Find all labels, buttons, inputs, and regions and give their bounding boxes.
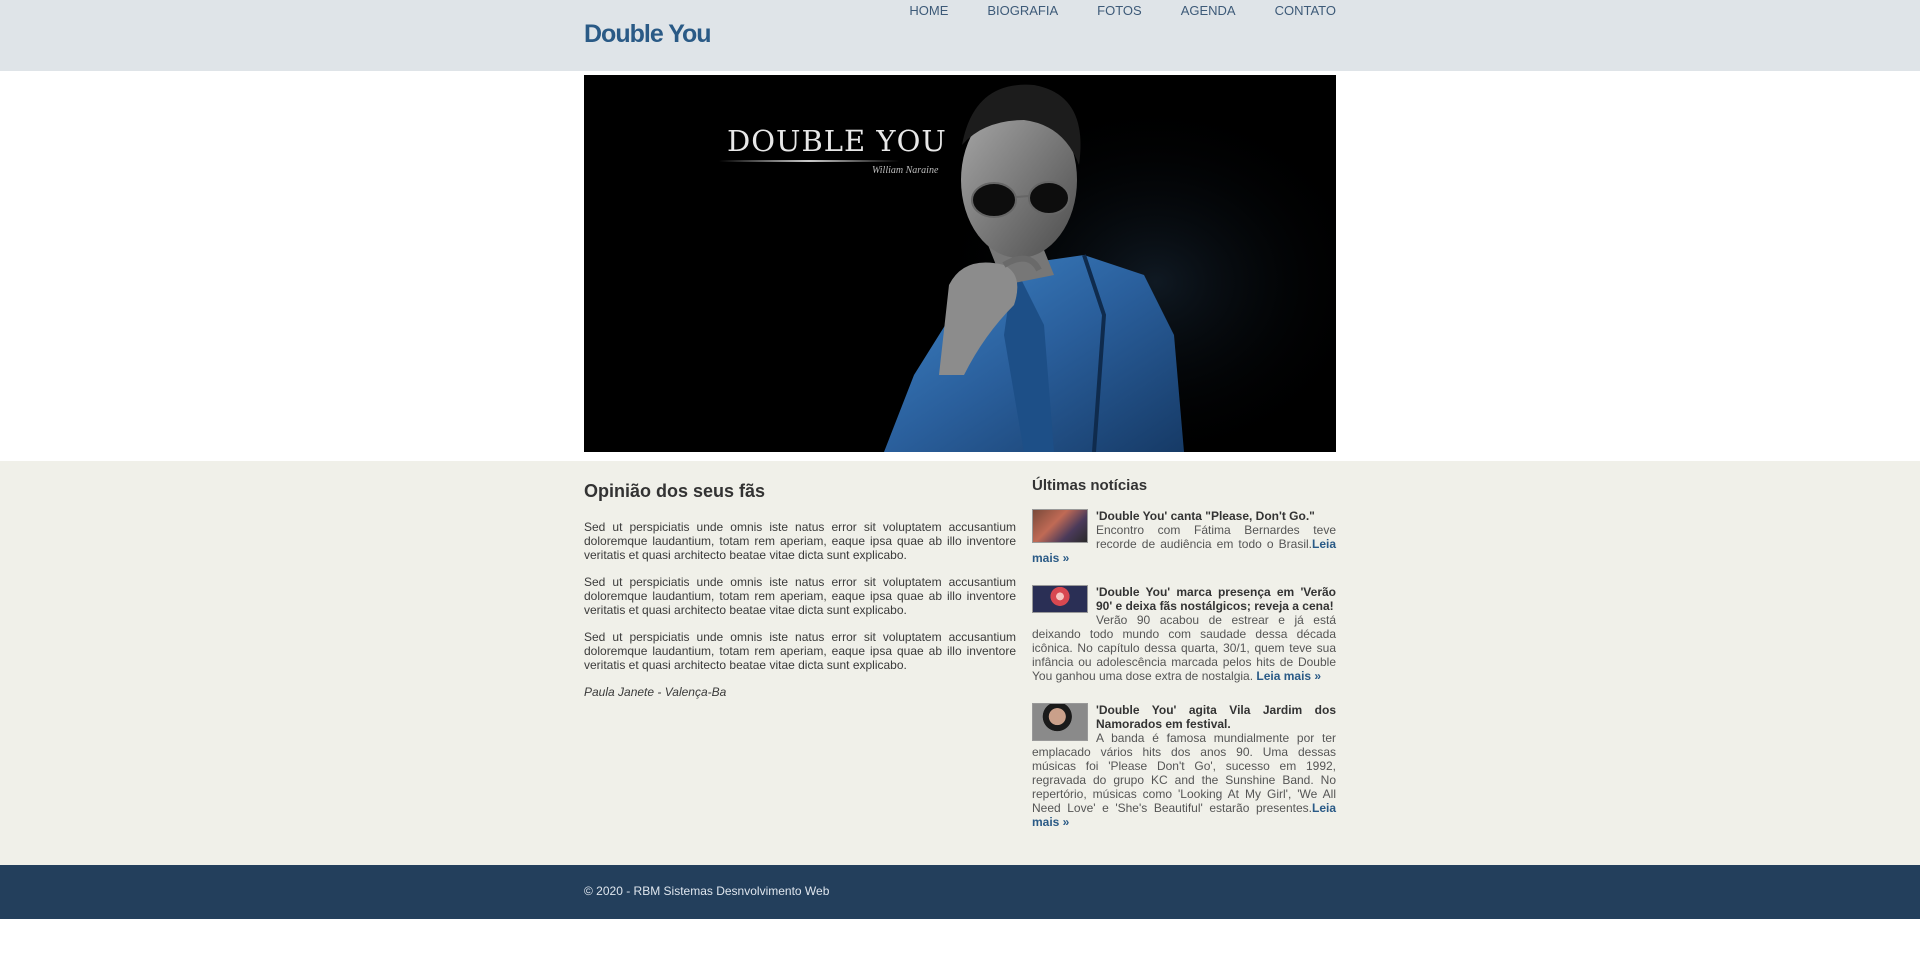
nav-contato[interactable]: CONTATO <box>1236 4 1336 18</box>
site-header: Double You HOME BIOGRAFIA FOTOS AGENDA C… <box>0 0 1920 71</box>
fan-testimonial: Sed ut perspiciatis unde omnis iste natu… <box>584 520 1016 562</box>
read-more-link[interactable]: Leia mais » <box>1256 669 1321 683</box>
site-footer: © 2020 - RBM Sistemas Desnvolvimento Web <box>0 865 1920 919</box>
fan-testimonial: Sed ut perspiciatis unde omnis iste natu… <box>584 575 1016 617</box>
news-heading: Últimas notícias <box>1032 477 1148 494</box>
testimonial-signature: Paula Janete - Valença-Ba <box>584 685 727 699</box>
fan-testimonial: Sed ut perspiciatis unde omnis iste natu… <box>584 630 1016 672</box>
news-item: 'Double You' agita Vila Jardim dos Namor… <box>1032 703 1336 829</box>
news-summary: Encontro com Fátima Bernardes teve recor… <box>1096 523 1336 551</box>
nav-agenda[interactable]: AGENDA <box>1142 4 1236 18</box>
news-summary: A banda é famosa mundialmente por ter em… <box>1032 731 1336 815</box>
main-nav: HOME BIOGRAFIA FOTOS AGENDA CONTATO <box>870 4 1336 18</box>
fans-heading: Opinião dos seus fãs <box>584 481 766 501</box>
fans-column: Opinião dos seus fãs Sed ut perspiciatis… <box>584 481 1016 699</box>
news-item: 'Double You' marca presença em 'Verão 90… <box>1032 585 1336 683</box>
hero-banner: DOUBLE YOU William Naraine <box>584 75 1336 452</box>
nav-fotos[interactable]: FOTOS <box>1058 4 1142 18</box>
news-thumbnail[interactable] <box>1032 509 1088 543</box>
artist-photo <box>884 75 1336 452</box>
site-logo[interactable]: Double You <box>584 20 712 49</box>
nav-home[interactable]: HOME <box>870 4 948 18</box>
news-thumbnail[interactable] <box>1032 585 1088 613</box>
copyright-text: © 2020 - RBM Sistemas Desnvolvimento Web <box>584 884 830 898</box>
news-thumbnail[interactable] <box>1032 703 1088 741</box>
news-column: Últimas notícias 'Double You' canta "Ple… <box>1032 477 1336 849</box>
news-item: 'Double You' canta "Please, Don't Go." E… <box>1032 509 1336 565</box>
nav-biografia[interactable]: BIOGRAFIA <box>948 4 1058 18</box>
content-section: Opinião dos seus fãs Sed ut perspiciatis… <box>0 461 1920 865</box>
